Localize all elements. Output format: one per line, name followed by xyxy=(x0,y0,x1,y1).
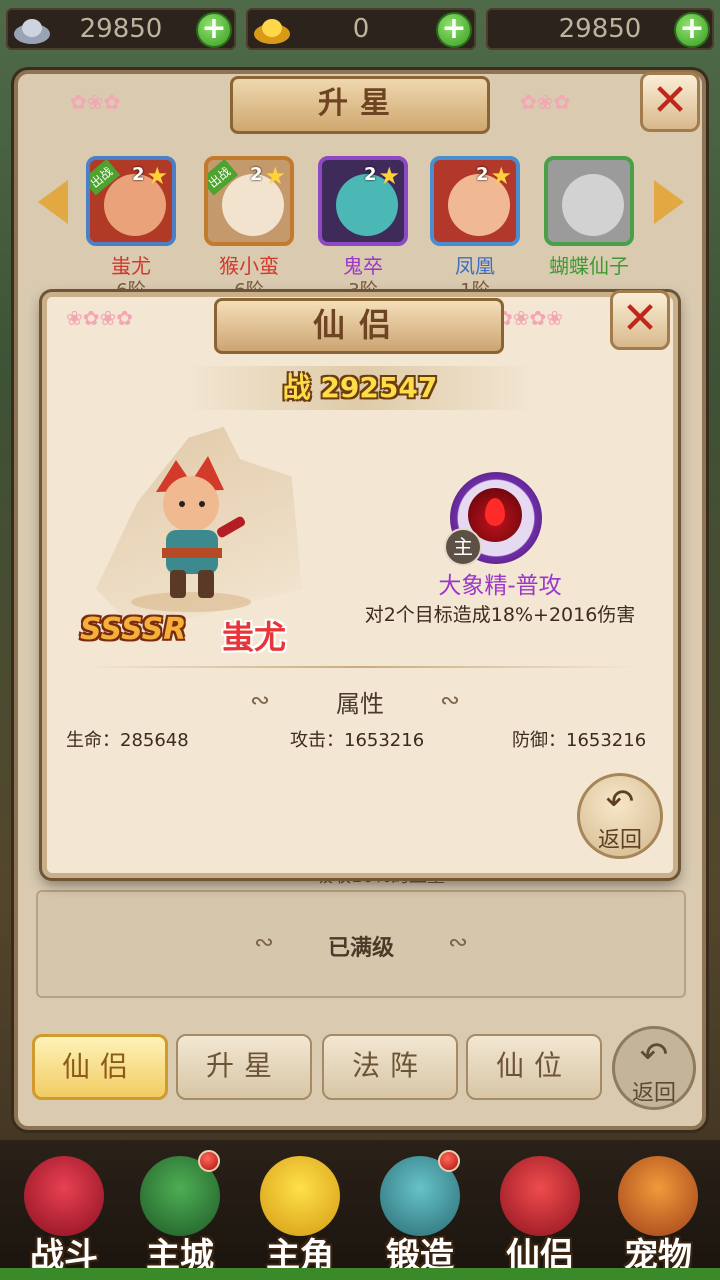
attr-value: 1653216 xyxy=(344,730,425,751)
hero-card-fenghuang[interactable]: 2 ★ xyxy=(430,156,520,246)
nav-hero[interactable]: 主角 xyxy=(250,1150,350,1276)
attr-value: 1653216 xyxy=(566,730,647,751)
back-label: 返回 xyxy=(631,1081,676,1106)
panel-back-button[interactable]: ↶ 返回 xyxy=(612,1026,696,1110)
battle-icon xyxy=(24,1156,104,1236)
star-icon: ★ xyxy=(264,162,286,190)
max-level-text: 已满级 xyxy=(327,936,394,961)
hero-name: 凤凰 xyxy=(455,254,495,278)
hero-name: 蝴蝶仙子 xyxy=(549,254,629,278)
silver-resource: 29850 + xyxy=(6,8,236,50)
attributes-header: 属性 xyxy=(336,690,384,718)
blossom-decoration: ✿❀✿ xyxy=(520,90,571,114)
nav-pet[interactable]: 宠物 xyxy=(608,1150,708,1276)
power-label: 战 xyxy=(282,371,311,404)
third-amount: 29850 xyxy=(558,14,642,44)
curl-ornament-icon: ∾ xyxy=(250,686,271,714)
hero-name: 猴小蛮 xyxy=(219,254,279,278)
nav-battle[interactable]: 战斗 xyxy=(14,1150,114,1276)
star-count: 2 xyxy=(132,164,145,185)
star-count: 2 xyxy=(364,164,377,185)
power-value: 292547 xyxy=(320,371,438,404)
attr-label: 防御： xyxy=(512,730,566,751)
add-silver-button[interactable]: + xyxy=(196,12,232,48)
add-gold-button[interactable]: + xyxy=(436,12,472,48)
silver-amount: 29850 xyxy=(79,14,163,44)
third-resource: 29850 + xyxy=(486,8,714,50)
gold-ingot-icon xyxy=(252,12,292,46)
gold-resource: 0 + xyxy=(246,8,476,50)
attr-defense: 防御：1653216 xyxy=(512,726,646,752)
next-hero-arrow[interactable] xyxy=(654,180,684,224)
main-skill-badge: 主 xyxy=(444,528,482,566)
section-divider xyxy=(80,666,640,668)
character-name: 蚩尤 xyxy=(222,618,287,656)
skill-name: 大象精-普攻 xyxy=(438,573,562,599)
blossom-decoration: ✿❀✿ xyxy=(70,90,121,114)
attr-attack: 攻击：1653216 xyxy=(290,726,424,752)
hero-card-butterfly[interactable] xyxy=(544,156,634,246)
progress-strip xyxy=(0,1268,720,1280)
rarity-label: SSSSR xyxy=(80,612,187,647)
prev-hero-arrow[interactable] xyxy=(38,180,68,224)
attr-hp: 生命：285648 xyxy=(66,726,189,752)
tab-upgrade-star[interactable]: 升星 xyxy=(176,1034,312,1100)
gold-amount: 0 xyxy=(352,14,370,44)
star-icon: ★ xyxy=(146,162,168,190)
modal-title: 仙侣 xyxy=(214,298,504,354)
skill-description: 对2个目标造成18%+2016伤害 xyxy=(364,604,636,626)
hero-card-guizu[interactable]: 2 ★ xyxy=(318,156,408,246)
star-icon: ★ xyxy=(490,162,512,190)
character-portrait xyxy=(131,456,251,612)
hero-card-houxiaoman[interactable]: 出战 2 ★ xyxy=(204,156,294,246)
back-arrow-icon: ↶ xyxy=(639,1035,669,1075)
pet-icon xyxy=(618,1156,698,1236)
hero-icon xyxy=(260,1156,340,1236)
curl-ornament-icon: ∾ xyxy=(448,928,469,956)
hero-card-chiyou[interactable]: 出战 2 ★ xyxy=(86,156,176,246)
notification-badge xyxy=(438,1150,460,1172)
silver-ingot-icon xyxy=(12,12,52,46)
curl-ornament-icon: ∾ xyxy=(440,686,461,714)
notification-badge xyxy=(198,1150,220,1172)
attr-value: 285648 xyxy=(120,730,189,751)
nav-city[interactable]: 主城 xyxy=(130,1150,230,1276)
attr-label: 攻击： xyxy=(290,730,344,751)
tab-rank[interactable]: 仙位 xyxy=(466,1034,602,1100)
hero-name: 蚩尤 xyxy=(111,254,151,278)
modal-close-button[interactable]: ✕ xyxy=(610,290,670,350)
blossom-decoration: ❀✿❀✿ xyxy=(66,306,134,330)
tab-formation[interactable]: 法阵 xyxy=(322,1034,458,1100)
attr-label: 生命： xyxy=(66,730,120,751)
panel-title: 升星 xyxy=(230,76,490,134)
nav-forge[interactable]: 锻造 xyxy=(370,1150,470,1276)
modal-return-button[interactable]: ↶ 返回 xyxy=(577,773,663,859)
companion-icon xyxy=(500,1156,580,1236)
panel-close-button[interactable]: ✕ xyxy=(640,72,700,132)
star-icon: ★ xyxy=(378,162,400,190)
add-third-button[interactable]: + xyxy=(674,12,710,48)
return-label: 返回 xyxy=(597,828,642,853)
back-arrow-icon: ↶ xyxy=(605,782,635,822)
hero-name: 鬼卒 xyxy=(343,254,383,278)
combat-power: 战 292547 xyxy=(180,366,540,410)
hero-portrait xyxy=(562,174,624,236)
max-level-box: ∾ 已满级 ∾ xyxy=(36,890,686,998)
nav-companion[interactable]: 仙侣 xyxy=(490,1150,590,1276)
tab-companion[interactable]: 仙侣 xyxy=(32,1034,168,1100)
star-count: 2 xyxy=(250,164,263,185)
star-count: 2 xyxy=(476,164,489,185)
blossom-decoration: ✿❀✿❀ xyxy=(496,306,564,330)
